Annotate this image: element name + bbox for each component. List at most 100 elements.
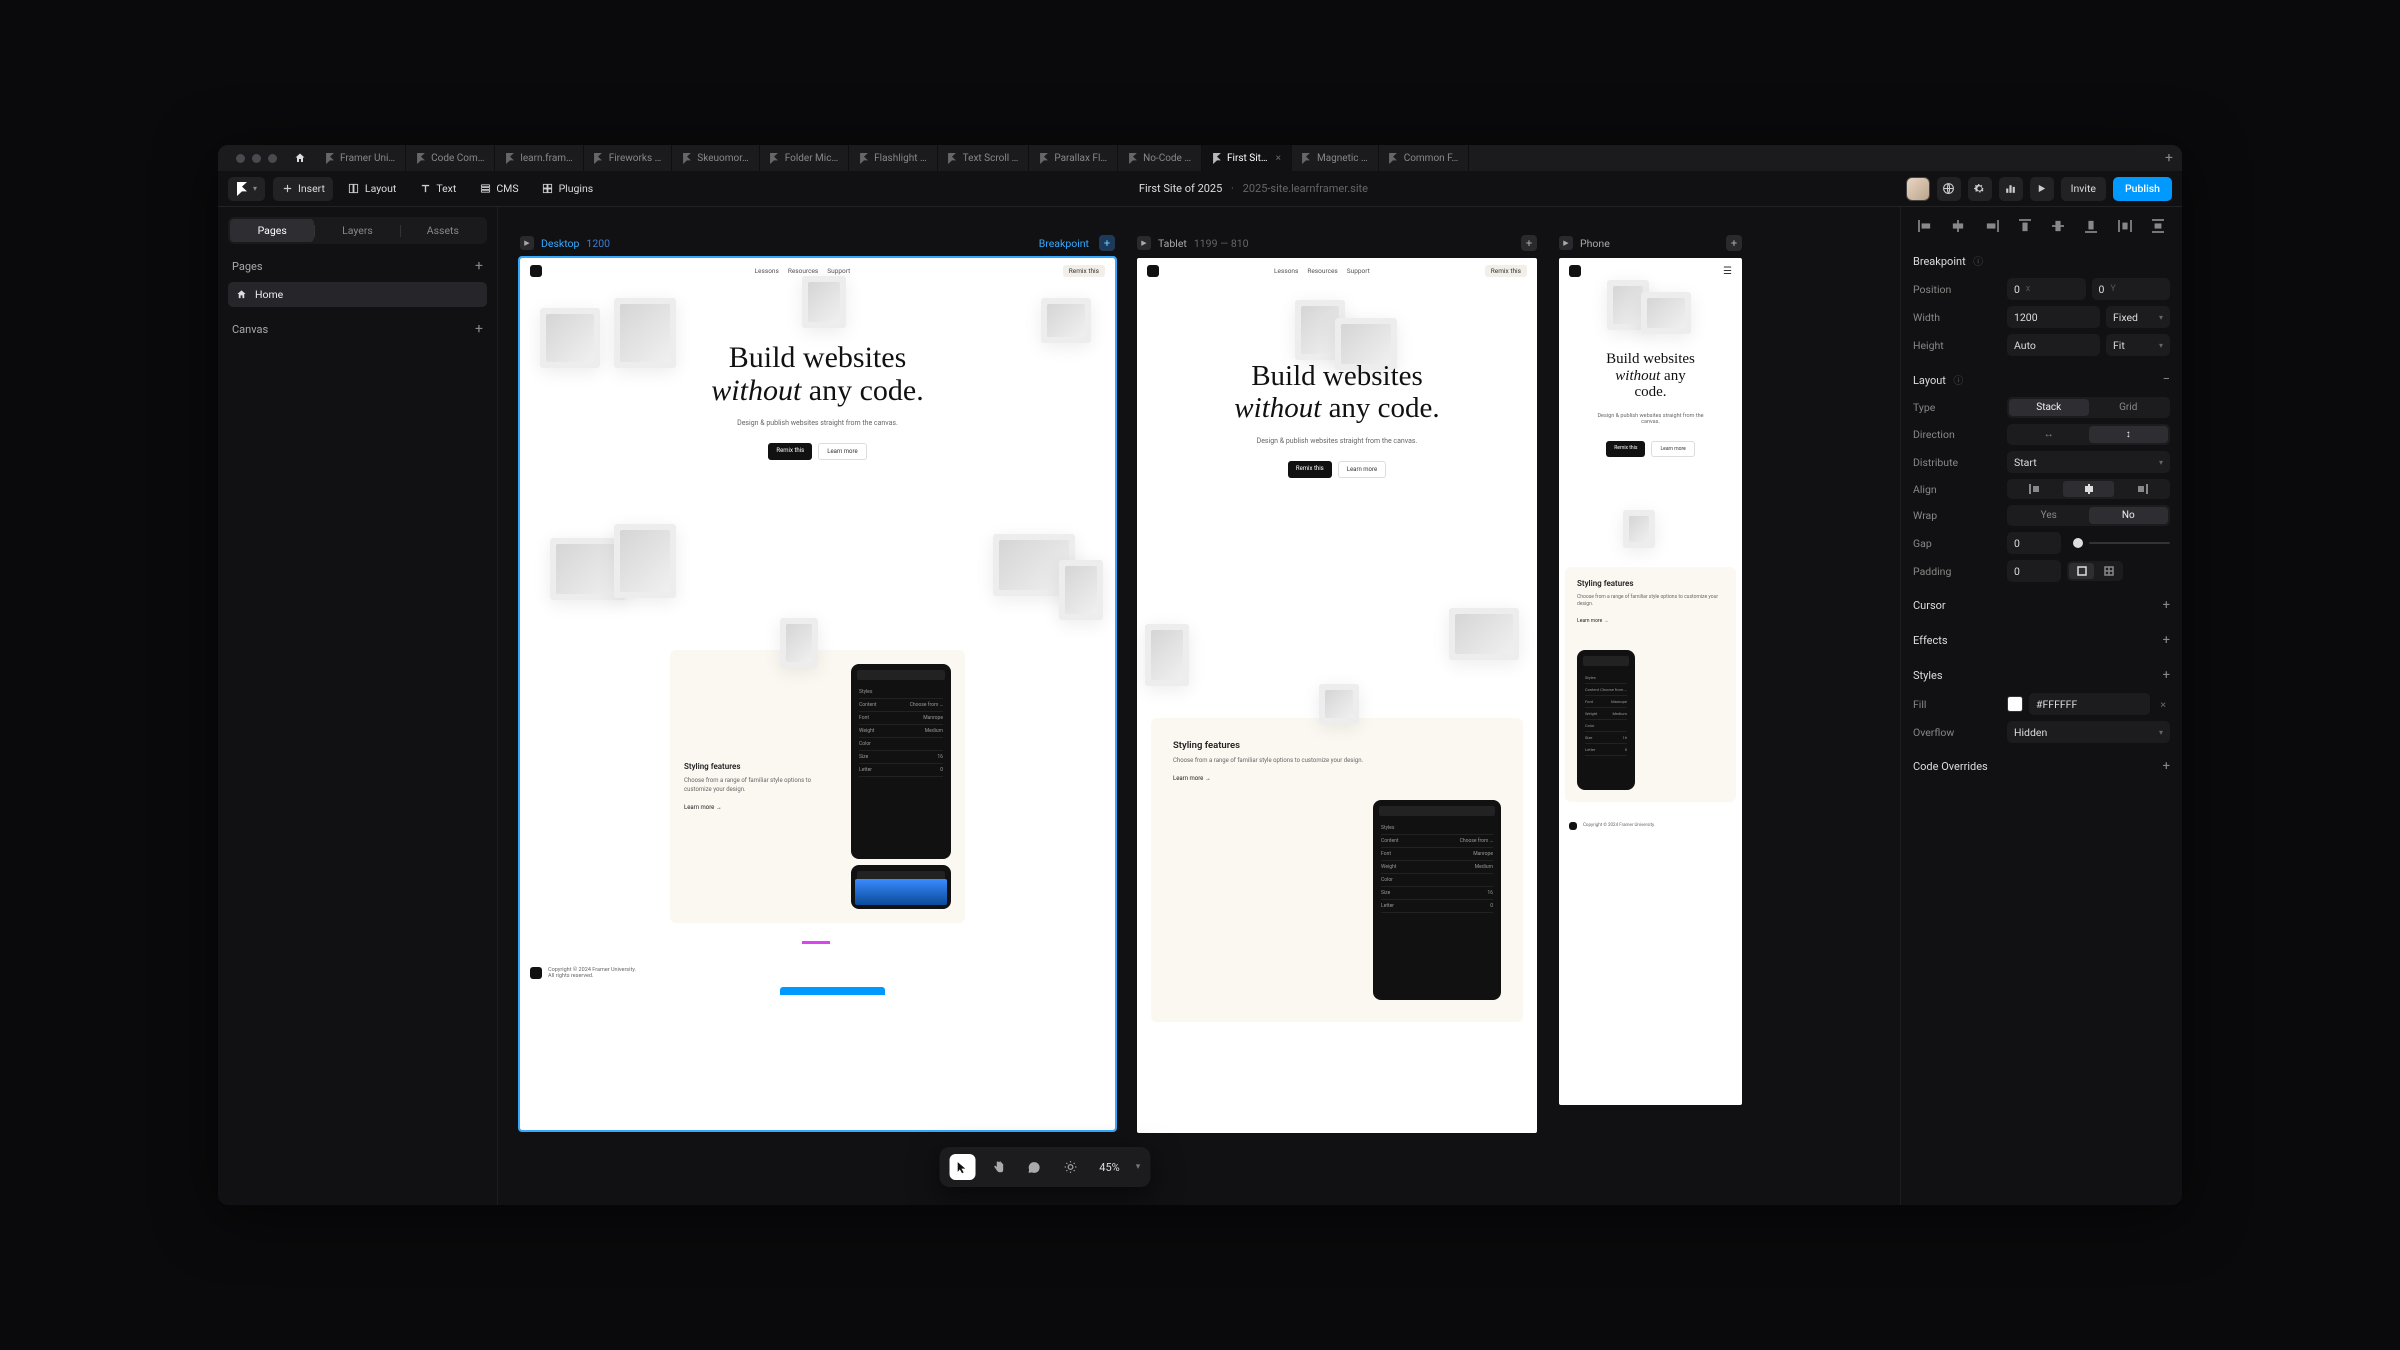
tab-assets[interactable]: Assets bbox=[401, 219, 485, 242]
position-y-input[interactable]: 0Y bbox=[2092, 278, 2171, 300]
add-breakpoint-button[interactable]: + bbox=[1726, 235, 1742, 251]
code-overrides-section[interactable]: Code Overrides+ bbox=[1913, 749, 2170, 784]
gap-slider[interactable] bbox=[2073, 538, 2083, 548]
fill-swatch[interactable] bbox=[2007, 696, 2023, 712]
direction-toggle[interactable]: ↔ ↕ bbox=[2007, 424, 2170, 445]
zoom-dot[interactable] bbox=[268, 154, 277, 163]
insert-button[interactable]: Insert bbox=[273, 177, 333, 201]
overflow-select[interactable]: Hidden▾ bbox=[2007, 721, 2170, 743]
distribute-select[interactable]: Start▾ bbox=[2007, 451, 2170, 473]
align-toggle[interactable] bbox=[2007, 479, 2170, 499]
project-tab[interactable]: Text Scroll … bbox=[938, 145, 1030, 171]
text-button[interactable]: Text bbox=[411, 177, 464, 201]
align-center-icon[interactable] bbox=[2063, 481, 2115, 497]
add-breakpoint-button[interactable]: + bbox=[1521, 235, 1537, 251]
layout-button[interactable]: Layout bbox=[340, 177, 404, 201]
cursor-tool[interactable] bbox=[949, 1154, 975, 1180]
play-icon[interactable]: ▶ bbox=[1137, 236, 1151, 250]
remove-fill-button[interactable]: × bbox=[2156, 698, 2170, 711]
globe-button[interactable] bbox=[1937, 177, 1961, 201]
direction-vertical-icon[interactable]: ↕ bbox=[2089, 426, 2169, 443]
document-title[interactable]: First Site of 2025 · 2025-site.learnfram… bbox=[609, 182, 1897, 195]
align-end-icon[interactable] bbox=[2116, 481, 2168, 497]
framer-logo-icon bbox=[325, 154, 334, 163]
gear-button[interactable] bbox=[1968, 177, 1992, 201]
styles-section[interactable]: Styles+ bbox=[1913, 658, 2170, 693]
align-start-icon[interactable] bbox=[2009, 481, 2061, 497]
project-tab[interactable]: Code Com… bbox=[406, 145, 495, 171]
height-input[interactable]: Auto bbox=[2007, 334, 2100, 356]
project-tab[interactable]: Common F… bbox=[1379, 145, 1470, 171]
position-x-input[interactable]: 0x bbox=[2007, 278, 2086, 300]
framer-logo-icon bbox=[682, 154, 691, 163]
add-page-button[interactable]: + bbox=[475, 258, 483, 274]
hand-tool[interactable] bbox=[985, 1154, 1011, 1180]
analytics-button[interactable] bbox=[1999, 177, 2023, 201]
play-icon[interactable]: ▶ bbox=[520, 236, 534, 250]
padding-input[interactable]: 0 bbox=[2007, 560, 2061, 582]
project-tab[interactable]: No-Code … bbox=[1118, 145, 1202, 171]
zoom-level[interactable]: 45% bbox=[1093, 1161, 1125, 1174]
tab-layers[interactable]: Layers bbox=[315, 219, 399, 242]
comment-tool[interactable] bbox=[1021, 1154, 1047, 1180]
align-top-icon[interactable] bbox=[2013, 217, 2037, 235]
wrap-toggle[interactable]: Yes No bbox=[2007, 505, 2170, 526]
breakpoint-label[interactable]: Breakpoint bbox=[1039, 237, 1089, 250]
frame-phone-canvas[interactable]: ☰ Build websiteswithout anycode. Design … bbox=[1559, 258, 1742, 1105]
project-tab[interactable]: learn.fram… bbox=[495, 145, 583, 171]
invite-button[interactable]: Invite bbox=[2061, 177, 2106, 201]
width-mode-select[interactable]: Fixed▾ bbox=[2106, 306, 2170, 328]
frame-tablet-canvas[interactable]: Lessons Resources Support Remix this Bui… bbox=[1137, 258, 1537, 1133]
play-icon[interactable]: ▶ bbox=[1559, 236, 1573, 250]
project-tab[interactable]: Framer Uni… bbox=[315, 145, 406, 171]
cms-button[interactable]: CMS bbox=[471, 177, 526, 201]
close-dot[interactable] bbox=[236, 154, 245, 163]
tab-pages[interactable]: Pages bbox=[230, 219, 314, 242]
left-panel: Pages Layers Assets Pages + Home Canvas … bbox=[218, 207, 498, 1205]
app-menu[interactable]: ▾ bbox=[228, 177, 265, 201]
add-breakpoint-button[interactable]: + bbox=[1099, 235, 1115, 251]
info-icon[interactable]: ⓘ bbox=[1971, 257, 1983, 268]
width-input[interactable]: 1200 bbox=[2007, 306, 2100, 328]
distribute-v-icon[interactable] bbox=[2146, 217, 2170, 235]
fill-value[interactable]: #FFFFFF bbox=[2029, 693, 2150, 715]
align-right-icon[interactable] bbox=[1980, 217, 2004, 235]
theme-toggle[interactable] bbox=[1057, 1154, 1083, 1180]
info-icon[interactable]: ⓘ bbox=[1951, 376, 1963, 387]
distribute-h-icon[interactable] bbox=[2113, 217, 2137, 235]
height-mode-select[interactable]: Fit▾ bbox=[2106, 334, 2170, 356]
project-tab[interactable]: Fireworks … bbox=[584, 145, 673, 171]
project-tab[interactable]: Parallax Fl… bbox=[1029, 145, 1118, 171]
direction-horizontal-icon[interactable]: ↔ bbox=[2009, 426, 2089, 443]
minimize-dot[interactable] bbox=[252, 154, 261, 163]
effects-section[interactable]: Effects+ bbox=[1913, 623, 2170, 658]
chevron-down-icon[interactable]: ▾ bbox=[1136, 1162, 1141, 1172]
gap-input[interactable]: 0 bbox=[2007, 532, 2061, 554]
new-tab-button[interactable]: + bbox=[2156, 145, 2182, 171]
padding-per-side-icon[interactable] bbox=[2096, 563, 2121, 579]
layout-type-toggle[interactable]: Stack Grid bbox=[2007, 397, 2170, 418]
cursor-section[interactable]: Cursor+ bbox=[1913, 588, 2170, 623]
project-tab[interactable]: First Sit…× bbox=[1202, 145, 1292, 171]
project-tab[interactable]: Flashlight … bbox=[849, 145, 938, 171]
remove-layout-button[interactable]: − bbox=[2163, 372, 2170, 387]
project-tab[interactable]: Folder Mic… bbox=[760, 145, 849, 171]
padding-uniform-icon[interactable] bbox=[2069, 563, 2094, 579]
align-h-center-icon[interactable] bbox=[1946, 217, 1970, 235]
preview-play-button[interactable] bbox=[2030, 177, 2054, 201]
project-tab[interactable]: Skeuomor… bbox=[672, 145, 759, 171]
padding-mode-toggle[interactable] bbox=[2067, 561, 2123, 581]
align-v-center-icon[interactable] bbox=[2046, 217, 2070, 235]
align-left-icon[interactable] bbox=[1913, 217, 1937, 235]
align-bottom-icon[interactable] bbox=[2079, 217, 2103, 235]
home-icon[interactable] bbox=[285, 145, 315, 171]
plugins-button[interactable]: Plugins bbox=[534, 177, 602, 201]
close-icon[interactable]: × bbox=[1276, 153, 1281, 164]
user-avatar[interactable] bbox=[1906, 177, 1930, 201]
publish-button[interactable]: Publish bbox=[2113, 177, 2172, 201]
project-tab[interactable]: Magnetic … bbox=[1292, 145, 1379, 171]
page-item-home[interactable]: Home bbox=[228, 282, 487, 307]
canvas-area[interactable]: ▶ Desktop 1200 Breakpoint + Les bbox=[498, 207, 1900, 1205]
add-canvas-button[interactable]: + bbox=[475, 321, 483, 337]
frame-desktop-canvas[interactable]: Lessons Resources Support Remix this bbox=[520, 258, 1115, 1130]
